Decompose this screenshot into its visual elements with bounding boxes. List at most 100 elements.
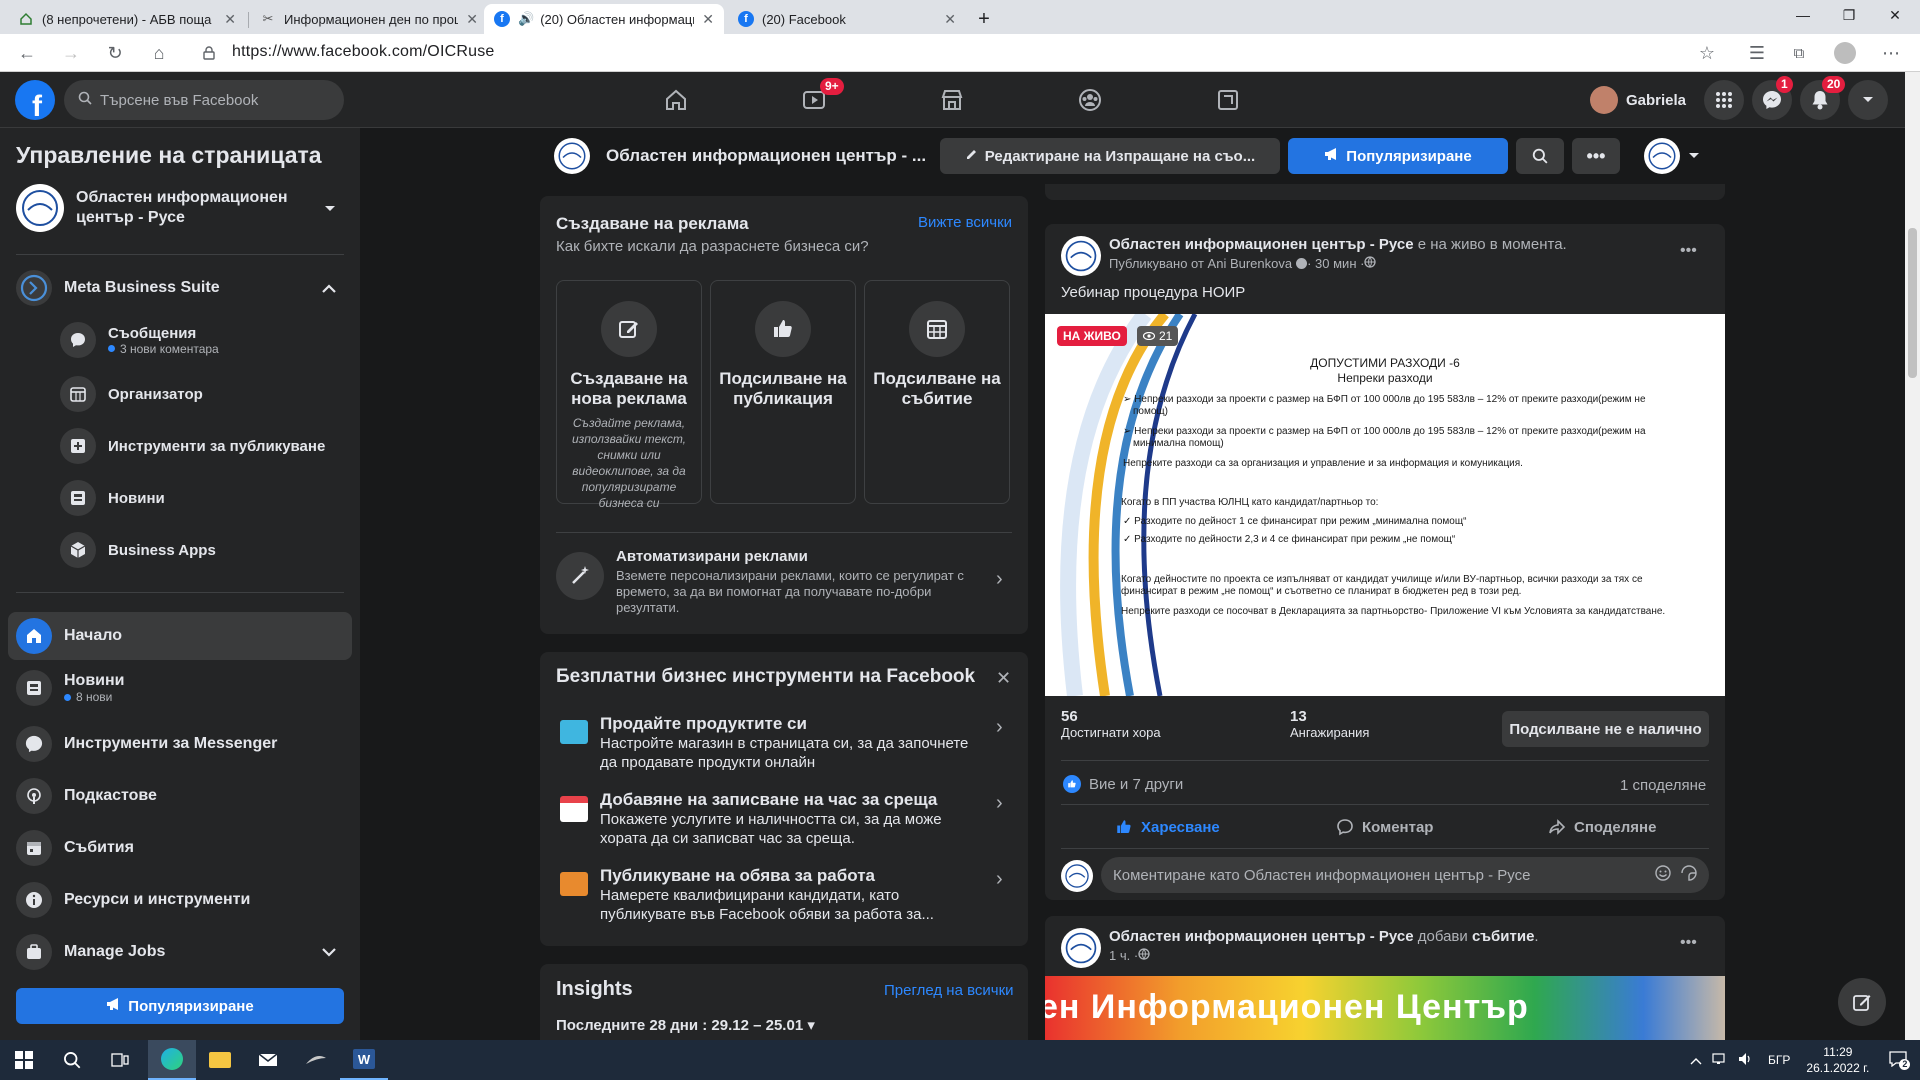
speaker-icon[interactable]: 🔊 — [518, 11, 534, 27]
close-icon[interactable]: ✕ — [224, 11, 236, 28]
notification-center-icon[interactable]: 2 — [1889, 1050, 1911, 1070]
facebook-search-input[interactable]: Търсене във Facebook — [64, 80, 344, 120]
mail-icon[interactable] — [244, 1040, 292, 1080]
sidebar-item-publishing-tools[interactable]: Инструменти за публикуване — [60, 428, 350, 464]
clock[interactable]: 11:29 26.1.2022 г. — [1806, 1044, 1869, 1076]
comment-input[interactable]: Коментиране като Областен информационен … — [1101, 857, 1709, 893]
file-explorer-icon[interactable] — [196, 1040, 244, 1080]
new-tab-button[interactable]: + — [968, 4, 1000, 34]
comment-button[interactable]: Коментар — [1336, 814, 1433, 840]
tool-job-post[interactable]: Публикуване на обява за работа Намерете … — [556, 866, 1016, 924]
sidebar-item-news[interactable]: Новини 8 нови — [16, 670, 346, 706]
meta-business-suite-toggle[interactable]: Meta Business Suite — [16, 270, 346, 306]
tray-expand-icon[interactable] — [1690, 1053, 1702, 1068]
search-icon[interactable] — [48, 1040, 96, 1080]
forward-icon[interactable]: → — [58, 40, 84, 66]
page-scrollbar[interactable] — [1905, 72, 1920, 1040]
shares-count[interactable]: 1 споделяне — [1620, 777, 1706, 794]
page-identity[interactable]: Областен информационен център - ... — [554, 138, 926, 174]
sidebar-item-podcasts[interactable]: Подкастове — [16, 778, 346, 814]
insights-range-dropdown[interactable]: Последните 28 дни : 29.12 – 25.01 ▾ — [556, 1016, 815, 1034]
browser-tab-facebook[interactable]: f (20) Facebook ✕ — [728, 4, 966, 34]
like-button[interactable]: Харесване — [1115, 814, 1220, 840]
close-window-button[interactable]: ✕ — [1872, 0, 1918, 30]
see-all-ads-link[interactable]: Вижте всички — [918, 214, 1012, 231]
marketplace-nav-icon[interactable] — [932, 80, 972, 120]
share-button[interactable]: Споделяне — [1548, 814, 1656, 840]
facebook-logo-icon[interactable]: f — [15, 80, 55, 120]
reactions-summary[interactable]: Вие и 7 други — [1063, 775, 1183, 793]
maximize-button[interactable]: ❐ — [1826, 0, 1872, 30]
event-banner-image[interactable]: ен Информационен Център — [1045, 976, 1725, 1040]
volume-icon[interactable] — [1738, 1052, 1754, 1069]
sidebar-item-messenger-tools[interactable]: Инструменти за Messenger — [16, 726, 346, 762]
close-icon[interactable]: ✕ — [466, 11, 478, 28]
app-shortcut-icon[interactable] — [292, 1040, 340, 1080]
language-indicator[interactable]: БГР — [1768, 1053, 1790, 1067]
sidebar-item-manage-jobs[interactable]: Manage Jobs — [16, 934, 346, 970]
back-icon[interactable]: ← — [14, 40, 40, 66]
task-view-icon[interactable] — [96, 1040, 144, 1080]
gaming-nav-icon[interactable] — [1208, 80, 1248, 120]
boost-unavailable-button[interactable]: Подсилване не е налично — [1502, 711, 1709, 747]
home-icon[interactable]: ⌂ — [146, 40, 172, 66]
sidebar-item-events[interactable]: Събития — [16, 830, 346, 866]
boost-post-tile[interactable]: Подсилване на публикация — [710, 280, 856, 504]
sidebar-item-planner[interactable]: Организатор — [60, 376, 350, 412]
sidebar-item-messages[interactable]: Съобщения 3 нови коментара — [60, 322, 350, 358]
home-nav-icon[interactable] — [656, 80, 696, 120]
url-field[interactable]: https://www.facebook.com/OICRuse — [232, 43, 495, 61]
browser-tab-abv-mail[interactable]: (8 непрочетени) - АБВ поща ✕ — [8, 4, 246, 34]
edit-send-message-button[interactable]: Редактиране на Изпращане на съо... — [940, 138, 1280, 174]
sidebar-item-business-apps[interactable]: Business Apps — [60, 532, 350, 568]
windows-start-icon[interactable] — [0, 1040, 48, 1080]
page-more-button[interactable]: ••• — [1572, 138, 1620, 174]
post-author-name[interactable]: Областен информационен център - Русе — [1109, 928, 1414, 945]
sticker-icon[interactable] — [1681, 865, 1697, 885]
close-icon[interactable]: ✕ — [944, 11, 956, 28]
sidebar-item-home[interactable]: Начало — [8, 612, 352, 660]
new-message-button[interactable] — [1838, 978, 1886, 1026]
emoji-icon[interactable] — [1655, 865, 1671, 885]
post-options-icon[interactable]: ••• — [1680, 934, 1697, 952]
edge-browser-icon[interactable] — [148, 1040, 196, 1080]
account-dropdown-icon[interactable] — [1848, 80, 1888, 120]
post-author-avatar[interactable] — [1061, 236, 1101, 276]
browser-tab-oic-active[interactable]: f 🔊 (20) Областен информаци... ✕ — [484, 4, 724, 34]
page-search-button[interactable] — [1516, 138, 1564, 174]
scrollbar-thumb[interactable] — [1908, 228, 1917, 378]
minimize-button[interactable]: — — [1780, 0, 1826, 30]
groups-nav-icon[interactable] — [1070, 80, 1110, 120]
close-icon[interactable]: ✕ — [996, 668, 1011, 689]
favorites-icon[interactable]: ☰ — [1744, 40, 1770, 66]
sidebar-item-resources[interactable]: Ресурси и инструменти — [16, 882, 346, 918]
reload-icon[interactable]: ↻ — [102, 40, 128, 66]
post-author-avatar[interactable] — [1061, 928, 1101, 968]
watch-nav-icon[interactable]: 9+ — [794, 78, 844, 120]
user-profile-chip[interactable]: Gabriela — [1590, 84, 1686, 116]
automated-ads-row[interactable]: Автоматизирани реклами Вземете персонали… — [556, 548, 1012, 620]
tool-appointments[interactable]: Добавяне на записване на час за среща По… — [556, 790, 1016, 848]
insights-see-all-link[interactable]: Преглед на всички — [884, 982, 1014, 999]
post-author-name[interactable]: Областен информационен център - Русе — [1109, 236, 1414, 253]
collections-icon[interactable]: ⧉ — [1786, 40, 1812, 66]
notifications-bell-icon[interactable]: 20 — [1800, 76, 1846, 120]
create-new-ad-tile[interactable]: Създаване на нова реклама Създайте рекла… — [556, 280, 702, 510]
boost-event-tile[interactable]: Подсилване на събитие — [864, 280, 1010, 504]
page-switcher[interactable]: Областен информационен център - Русе — [16, 184, 346, 232]
live-video-slide[interactable]: НА ЖИВО 21 ДОПУСТИМИ РАЗХОДИ -6 Непреки … — [1045, 314, 1725, 696]
promote-button[interactable]: Популяризиране — [1288, 138, 1508, 174]
tool-sell-products[interactable]: Продайте продуктите си Настройте магазин… — [556, 714, 1016, 772]
more-menu-icon[interactable]: ⋯ — [1878, 40, 1904, 66]
messenger-icon[interactable]: 1 — [1752, 76, 1793, 120]
sidebar-promote-button[interactable]: Популяризиране — [16, 988, 344, 1024]
lock-icon[interactable] — [196, 40, 222, 66]
menu-grid-icon[interactable] — [1704, 80, 1744, 120]
close-icon[interactable]: ✕ — [702, 11, 714, 28]
profile-avatar-icon[interactable] — [1832, 40, 1858, 66]
post-options-icon[interactable]: ••• — [1680, 242, 1697, 260]
bookmark-star-icon[interactable]: ☆ — [1694, 40, 1720, 66]
switch-profile-button[interactable] — [1644, 136, 1700, 176]
sidebar-item-news-suite[interactable]: Новини — [60, 480, 350, 516]
browser-tab-info-day[interactable]: ✂ Информационен ден по проце... ✕ — [250, 4, 488, 34]
